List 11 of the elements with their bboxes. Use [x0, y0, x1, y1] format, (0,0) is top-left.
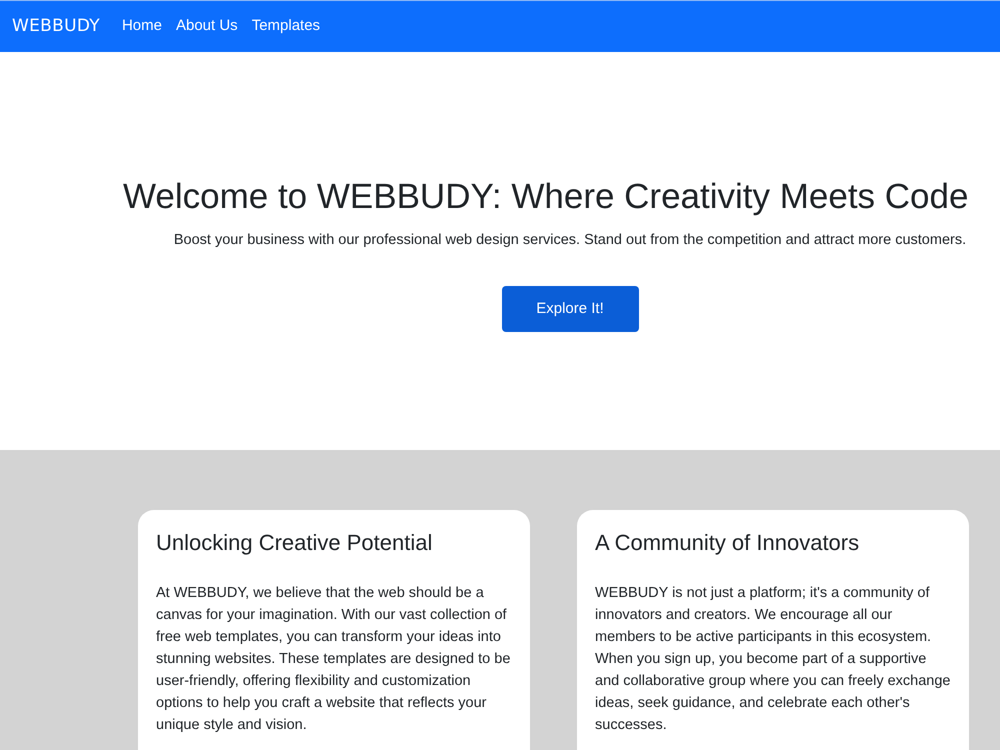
brand-logo[interactable]: WEBBUDY — [12, 14, 100, 40]
nav-link[interactable]: Home — [122, 15, 162, 38]
card-title: Unlocking Creative Potential — [156, 529, 434, 557]
card-text: WEBBUDY is not just a platform; it's a community of innovators and creators. We encourage all our members to be active participants in this ecosystem. When you sign up, you become part of a supportive and collaborative group where you can freely exchange ideas, seek guidance, and celebrate each other's successes. — [595, 584, 951, 735]
hero-title: Welcome to WEBBUDY: Where Creativity Meets Code — [123, 176, 968, 218]
hero-subtitle: Boost your business with our professional web design services. Stand out from the competition and attract more customers. — [174, 231, 966, 250]
explore-button[interactable]: Explore It! — [502, 286, 638, 332]
card-text: At WEBBUDY, we believe that the web should be a canvas for your imagination. With our vast collection of free web templates, you can transform your ideas into stunning websites. These templates are designed to be user-friendly, offering flexibility and customization options to help you craft a website that reflects your unique style and vision. — [156, 584, 512, 735]
nav-link[interactable]: About Us — [176, 15, 238, 38]
nav-link[interactable]: Templates — [252, 15, 320, 38]
card-title: A Community of Innovators — [595, 529, 860, 557]
